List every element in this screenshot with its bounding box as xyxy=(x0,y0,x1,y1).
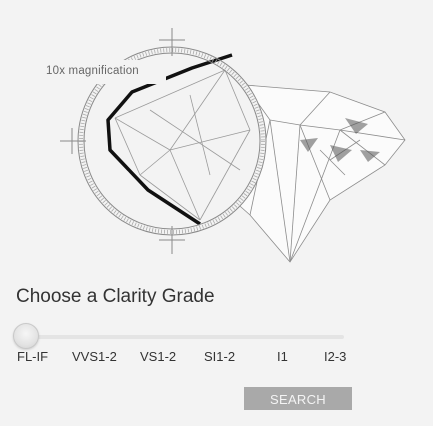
clarity-slider-handle[interactable] xyxy=(13,323,39,349)
search-button[interactable]: SEARCH xyxy=(244,387,352,410)
grade-label-i2-3[interactable]: I2-3 xyxy=(324,349,346,364)
grade-label-i1[interactable]: I1 xyxy=(277,349,288,364)
magnification-label: 10x magnification xyxy=(46,65,139,77)
grade-label-fl-if[interactable]: FL-IF xyxy=(17,349,48,364)
grade-label-vvs1-2[interactable]: VVS1-2 xyxy=(72,349,117,364)
grade-label-si1-2[interactable]: SI1-2 xyxy=(204,349,235,364)
diamond-illustration: 10x magnification xyxy=(0,0,433,270)
clarity-heading: Choose a Clarity Grade xyxy=(16,286,215,307)
diamond-magnifier-graphic xyxy=(42,28,406,263)
clarity-grade-labels: FL-IF VVS1-2 VS1-2 SI1-2 I1 I2-3 xyxy=(0,349,433,367)
clarity-slider-track[interactable] xyxy=(24,335,344,339)
grade-label-vs1-2[interactable]: VS1-2 xyxy=(140,349,176,364)
